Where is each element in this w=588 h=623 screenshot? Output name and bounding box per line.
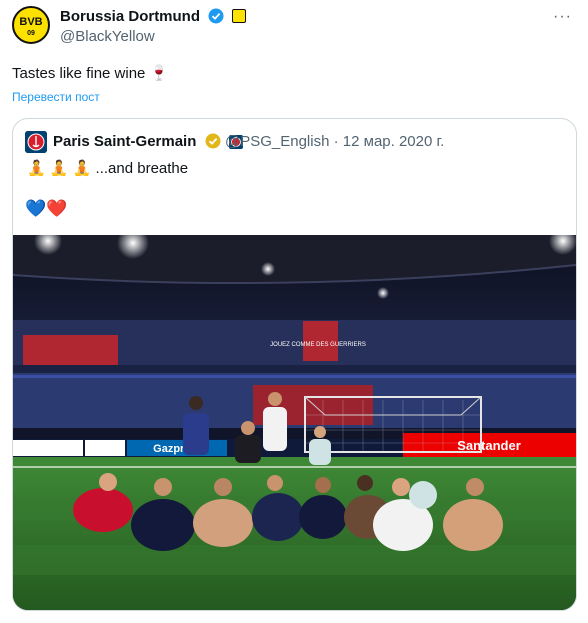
tweet-text: Tastes like fine wine 🍷 — [12, 65, 169, 82]
gold-verified-badge-icon[interactable] — [205, 133, 221, 149]
verified-badge-icon[interactable] — [208, 8, 224, 24]
affiliate-badge-icon[interactable] — [232, 9, 247, 23]
quoted-text: 🧘 🧘 🧘 ...and breathe — [27, 160, 189, 177]
psg-avatar[interactable] — [25, 131, 47, 153]
bvb-avatar[interactable]: BVB 09 — [12, 6, 50, 44]
team-photo-image: JOUEZ COMME DES GUERRIERS Gazprom Santan… — [13, 235, 576, 610]
quoted-handle-date[interactable]: @PSG_English · 12 мар. 2020 г. — [225, 133, 444, 150]
avatar-year: 09 — [27, 30, 35, 37]
avatar-text: BVB — [19, 16, 42, 28]
quoted-tweet[interactable]: Paris Saint-Germain @PSG_English · 12 ма… — [12, 118, 577, 611]
quoted-author-name[interactable]: Paris Saint-Germain — [53, 133, 196, 150]
bvb-logo-icon: BVB 09 — [15, 9, 47, 41]
author-handle[interactable]: @BlackYellow — [60, 28, 155, 45]
author-name-row[interactable]: Borussia Dortmund — [60, 8, 247, 25]
team-photo[interactable]: JOUEZ COMME DES GUERRIERS Gazprom Santan… — [13, 235, 576, 610]
quoted-author-row[interactable]: Paris Saint-Germain — [53, 133, 243, 150]
psg-logo-icon — [25, 131, 47, 153]
translate-link[interactable]: Перевести пост — [12, 90, 100, 104]
sponsor-santander: Santander — [457, 438, 521, 453]
author-name[interactable]: Borussia Dortmund — [60, 8, 200, 25]
stand-banner-text: JOUEZ COMME DES GUERRIERS — [270, 342, 366, 348]
more-options-icon[interactable]: ··· — [553, 8, 572, 26]
quoted-hearts: 💙❤️ — [25, 199, 68, 218]
tweet-header: BVB 09 Borussia Dortmund @BlackYellow ··… — [12, 6, 578, 46]
